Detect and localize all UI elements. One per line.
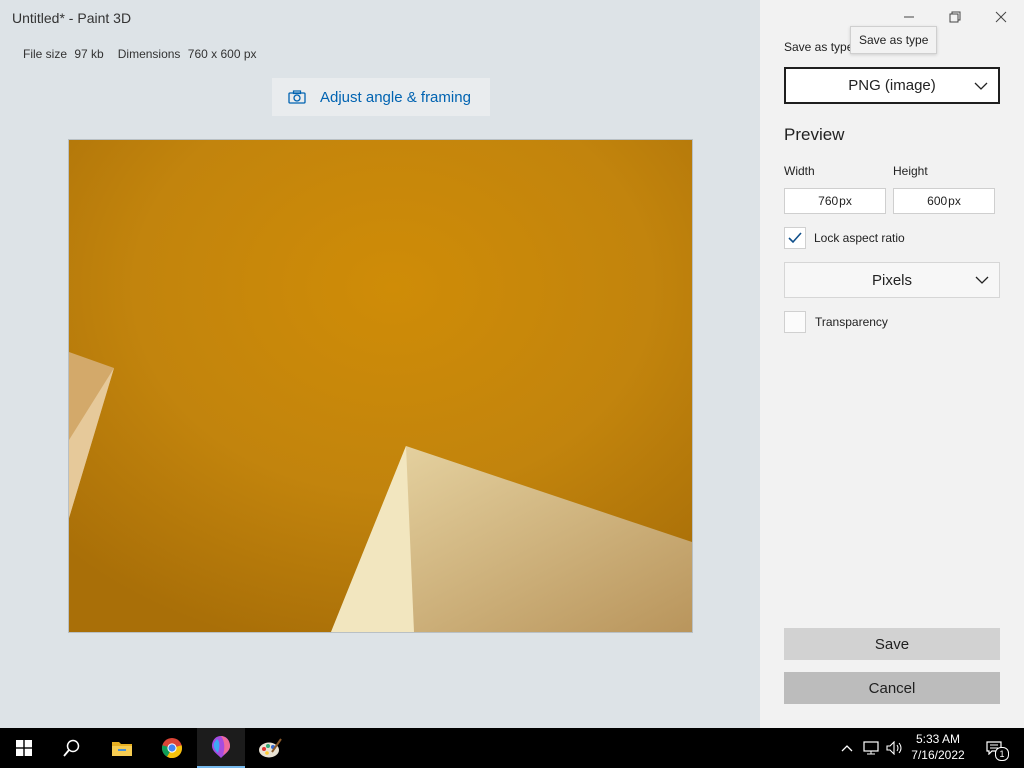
close-button[interactable]	[978, 4, 1024, 30]
chrome-icon	[161, 738, 183, 759]
height-unit: px	[948, 194, 961, 208]
lock-aspect-ratio-checkbox[interactable]	[784, 227, 806, 249]
action-center-button[interactable]: 1	[980, 728, 1009, 768]
search-icon	[63, 739, 80, 757]
save-as-type-label: Save as type	[784, 40, 854, 54]
save-options-panel	[760, 0, 1024, 728]
file-explorer-icon	[112, 742, 132, 756]
paint3d-window: Untitled* - Paint 3D File size 97 kb Dim…	[0, 0, 1024, 728]
show-hidden-icons-button[interactable]	[838, 728, 856, 768]
minimize-icon	[904, 16, 914, 18]
height-value: 600	[927, 194, 948, 208]
volume-button[interactable]	[884, 728, 906, 768]
window-title: Untitled* - Paint 3D	[12, 10, 132, 26]
checkmark-icon	[788, 232, 802, 244]
width-unit: px	[839, 194, 852, 208]
height-input[interactable]: 600 px	[893, 188, 995, 214]
paint3d-icon	[212, 736, 230, 758]
taskbar-clock[interactable]: 5:33 AM 7/16/2022	[906, 731, 970, 763]
chevron-up-icon	[841, 745, 853, 752]
restore-icon	[949, 11, 961, 23]
file-explorer-taskbar-button[interactable]	[98, 728, 146, 768]
save-button[interactable]: Save	[784, 628, 1000, 660]
dimensions-value: 760 x 600 px	[187, 47, 257, 61]
chevron-down-icon	[975, 276, 989, 284]
chevron-down-icon	[974, 82, 988, 90]
adjust-angle-framing-button[interactable]: Adjust angle & framing	[272, 78, 490, 116]
start-icon	[16, 740, 32, 756]
clock-time: 5:33 AM	[915, 732, 961, 746]
preview-pane: Untitled* - Paint 3D File size 97 kb Dim…	[0, 0, 760, 728]
save-as-type-tooltip: Save as type	[850, 26, 938, 54]
chrome-taskbar-button[interactable]	[148, 728, 196, 768]
transparency-label: Transparency	[815, 315, 888, 329]
width-value: 760	[818, 194, 839, 208]
image-preview	[69, 140, 692, 632]
file-size-value: 97 kb	[74, 47, 104, 61]
width-label: Width	[784, 164, 815, 178]
dimensions-label: Dimensions	[117, 47, 181, 61]
units-value: Pixels	[871, 271, 912, 289]
image-preview-canvas[interactable]	[68, 139, 693, 633]
transparency-checkbox[interactable]	[784, 311, 806, 333]
height-label: Height	[893, 164, 928, 178]
network-icon	[863, 741, 879, 755]
restore-button[interactable]	[932, 4, 978, 30]
file-size-label: File size	[23, 47, 68, 61]
units-dropdown[interactable]: Pixels	[784, 262, 1000, 298]
save-as-type-value: PNG (image)	[848, 77, 936, 94]
taskbar: 5:33 AM 7/16/2022 1	[0, 728, 1024, 768]
close-icon	[995, 11, 1007, 23]
lock-aspect-ratio-label: Lock aspect ratio	[814, 231, 905, 245]
paint-taskbar-button[interactable]	[246, 728, 294, 768]
camera-icon	[288, 90, 306, 104]
save-as-type-dropdown[interactable]: PNG (image)	[784, 67, 1000, 104]
paint3d-taskbar-button[interactable]	[197, 728, 245, 768]
start-button[interactable]	[0, 728, 48, 768]
clock-date: 7/16/2022	[911, 748, 965, 762]
network-button[interactable]	[860, 728, 882, 768]
cancel-button[interactable]: Cancel	[784, 672, 1000, 704]
adjust-angle-framing-label: Adjust angle & framing	[320, 88, 471, 106]
speaker-icon	[886, 741, 902, 755]
paint-icon	[259, 738, 282, 758]
file-info: File size 97 kb Dimensions 760 x 600 px	[23, 47, 261, 61]
search-button[interactable]	[48, 728, 96, 768]
preview-title: Preview	[784, 125, 845, 144]
width-input[interactable]: 760 px	[784, 188, 886, 214]
notification-count-badge: 1	[995, 747, 1009, 761]
